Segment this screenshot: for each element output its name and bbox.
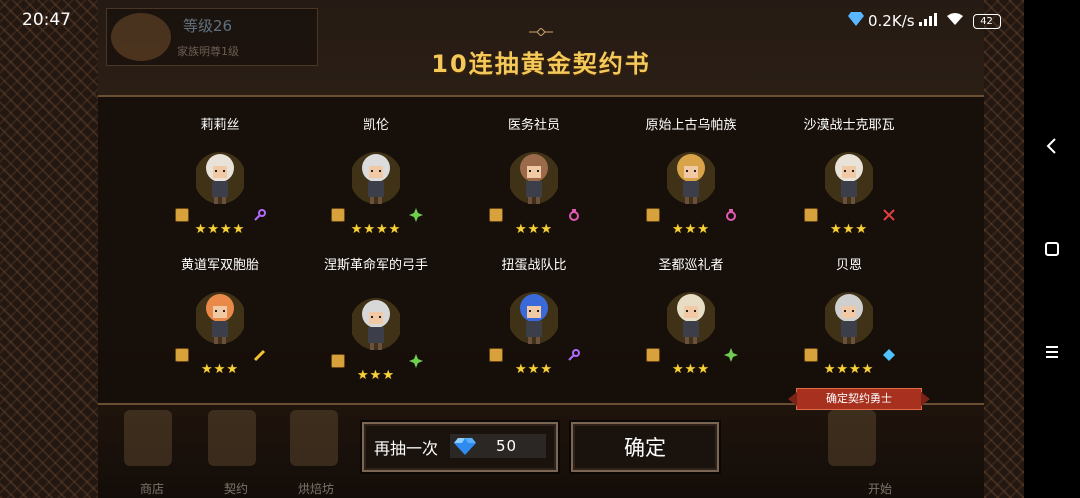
gem-icon <box>454 434 476 456</box>
hero-card[interactable]: 贝恩 ★★★★ <box>784 258 914 398</box>
scroll-icon <box>489 208 503 222</box>
battery-icon: 42 <box>972 13 1001 29</box>
system-navbar <box>1024 0 1080 498</box>
hero-stars: ★★★★ <box>823 362 875 377</box>
hero-card[interactable]: 凯伦 ★★★★ <box>311 118 441 258</box>
dock-start: 开始 <box>868 482 893 496</box>
scroll-icon <box>175 208 189 222</box>
gem-icon <box>882 347 896 361</box>
network-speed: 0.2K/s <box>868 12 915 30</box>
start-icon <box>828 410 876 466</box>
right-decorative-panel <box>984 0 1024 498</box>
shuriken-icon <box>409 207 423 222</box>
wand-icon <box>253 347 267 362</box>
hero-stars: ★★★ <box>515 362 553 377</box>
menu-icon[interactable] <box>1024 332 1080 372</box>
hero-card[interactable]: 莉莉丝 ★★★★ <box>155 118 285 258</box>
hero-card[interactable]: 扭蛋战队比 ★★★ <box>469 258 599 398</box>
hero-card[interactable]: 黄道军双胞胎 ★★★ <box>155 258 285 398</box>
bakery-icon <box>290 410 338 466</box>
status-indicators: 0.2K/s 42 <box>848 9 1001 33</box>
hero-name: 黄道军双胞胎 <box>180 258 259 273</box>
scroll-icon <box>804 348 818 362</box>
diamond-icon <box>848 12 864 30</box>
scroll-icon <box>489 348 503 362</box>
hero-stars: ★★★ <box>672 362 710 377</box>
redraw-cost-value: 50 <box>496 437 518 455</box>
hero-name: 医务社员 <box>507 118 560 133</box>
shuriken-icon <box>409 353 423 368</box>
page-title: 10连抽黄金契约书 <box>431 50 651 78</box>
title-ornament-icon <box>529 28 553 36</box>
scroll-icon <box>646 348 660 362</box>
confirm-button[interactable]: 确定 <box>571 422 719 472</box>
hero-card[interactable]: 圣都巡礼者 ★★★ <box>626 258 756 398</box>
hero-sprite <box>350 294 402 354</box>
left-decorative-panel <box>0 0 98 498</box>
signal-icon <box>918 12 941 30</box>
hero-stars: ★★★ <box>830 222 868 237</box>
hero-sprite <box>350 148 402 208</box>
hero-stars: ★★★ <box>672 222 710 237</box>
ring-icon <box>724 207 738 221</box>
hero-name: 莉莉丝 <box>200 118 240 133</box>
hero-name: 沙漠战士克耶瓦 <box>803 118 895 133</box>
ring-icon <box>567 207 581 221</box>
hero-sprite <box>194 288 246 348</box>
dock-shop: 商店 <box>140 482 165 496</box>
back-icon[interactable] <box>1024 126 1080 166</box>
level-label: 等级26 <box>183 17 233 35</box>
scroll-icon <box>646 208 660 222</box>
redraw-button[interactable]: 再抽一次 50 <box>362 422 558 472</box>
hero-card[interactable]: 医务社员 ★★★ <box>469 118 599 258</box>
contract-icon <box>208 410 256 466</box>
hero-sprite <box>194 148 246 208</box>
hero-sprite <box>508 288 560 348</box>
shop-icon <box>124 410 172 466</box>
hero-name: 扭蛋战队比 <box>501 258 567 273</box>
hero-card[interactable]: 沙漠战士克耶瓦 ★★★ <box>784 118 914 258</box>
hero-card[interactable]: 涅斯革命军的弓手 ★★★ <box>311 258 441 398</box>
hero-name: 涅斯革命军的弓手 <box>323 258 428 273</box>
scroll-icon <box>331 208 345 222</box>
home-icon[interactable] <box>1024 229 1080 269</box>
hero-name: 原始上古乌帕族 <box>645 118 737 133</box>
hero-stars: ★★★ <box>201 362 239 377</box>
hero-stars: ★★★★ <box>350 222 402 237</box>
redraw-cost: 50 <box>450 434 546 458</box>
shuriken-icon <box>724 347 738 362</box>
hero-stars: ★★★ <box>515 222 553 237</box>
hero-stars: ★★★★ <box>194 222 246 237</box>
hero-sprite <box>665 148 717 208</box>
dock-contract: 契约 <box>224 482 249 496</box>
hero-sprite <box>508 148 560 208</box>
hero-sprite <box>665 288 717 348</box>
status-time: 20:47 <box>22 10 71 30</box>
hero-sprite <box>823 288 875 348</box>
staff-icon <box>567 347 581 361</box>
hero-stars: ★★★ <box>357 368 395 383</box>
hero-card[interactable]: 原始上古乌帕族 ★★★ <box>626 118 756 258</box>
hero-sprite <box>823 148 875 208</box>
hero-name: 贝恩 <box>835 258 862 273</box>
hero-name: 圣都巡礼者 <box>658 258 724 273</box>
sword-icon <box>882 207 896 221</box>
wifi-icon <box>945 12 965 30</box>
staff-icon <box>253 207 267 221</box>
scroll-icon <box>331 354 345 368</box>
scroll-icon <box>804 208 818 222</box>
dock-bakery: 烘焙坊 <box>298 482 335 496</box>
redraw-label: 再抽一次 <box>374 439 439 458</box>
scroll-icon <box>175 348 189 362</box>
hero-name: 凯伦 <box>362 118 389 133</box>
